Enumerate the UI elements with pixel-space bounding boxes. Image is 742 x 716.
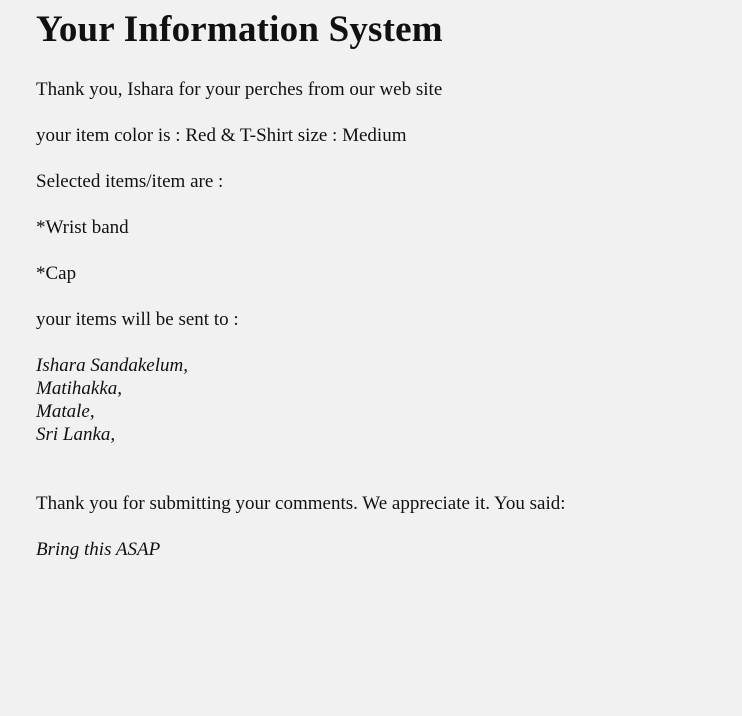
shipping-address: Ishara Sandakelum, Matihakka, Matale, Sr…	[36, 354, 742, 446]
thanks-message: Thank you, Ishara for your perches from …	[36, 79, 443, 100]
address-line: Sri Lanka,	[36, 424, 116, 445]
address-line: Matihakka,	[36, 378, 123, 399]
page-title: Your Information System	[36, 9, 443, 50]
selected-item-wrist-band: *Wrist band	[36, 217, 129, 238]
address-line: Matale,	[36, 401, 95, 422]
selected-items-label: Selected items/item are :	[36, 171, 224, 192]
address-line: Ishara Sandakelum,	[36, 355, 188, 376]
page-body: Your Information System Thank you, Ishar…	[0, 0, 742, 716]
shipping-label: your items will be sent to :	[36, 309, 239, 330]
comment-text: Bring this ASAP	[36, 539, 161, 560]
item-details: your item color is : Red & T-Shirt size …	[36, 125, 407, 146]
comments-intro: Thank you for submitting your comments. …	[36, 493, 566, 514]
selected-item-cap: *Cap	[36, 263, 77, 284]
